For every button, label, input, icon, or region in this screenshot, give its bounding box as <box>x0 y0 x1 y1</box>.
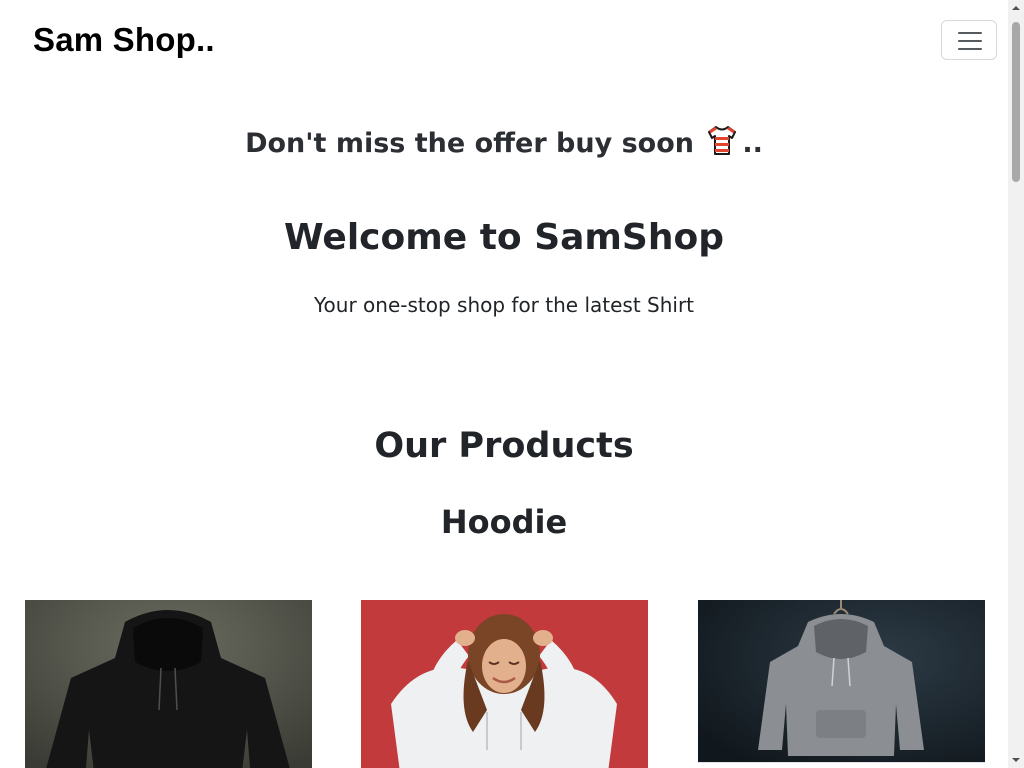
product-card-grey-hoodie[interactable] <box>698 600 985 768</box>
hamburger-menu-icon <box>958 40 982 42</box>
tagline: Your one-stop shop for the latest Shirt <box>313 293 695 317</box>
t-shirt-emoji-icon <box>705 123 739 171</box>
hamburger-menu-icon <box>958 32 982 34</box>
welcome-heading: Welcome to SamShop <box>284 217 724 258</box>
product-card-black-hoodie[interactable] <box>25 600 312 768</box>
scroll-up-arrow-icon[interactable] <box>1008 0 1024 16</box>
offer-suffix: .. <box>742 128 763 159</box>
products-heading: Our Products <box>374 426 634 466</box>
woman-in-white-hoodie-image <box>361 600 648 768</box>
navbar-toggle-button[interactable] <box>941 20 997 60</box>
scrollbar-thumb[interactable] <box>1012 22 1020 182</box>
navbar: Sam Shop.. <box>0 0 1008 82</box>
vertical-scrollbar[interactable] <box>1008 0 1024 768</box>
page: Sam Shop.. Don't miss the offer buy soon… <box>0 0 1008 768</box>
scroll-down-arrow-icon[interactable] <box>1008 752 1024 768</box>
offer-text: Don't miss the offer buy soon <box>245 128 694 159</box>
hamburger-menu-icon <box>958 48 982 50</box>
offer-banner: Don't miss the offer buy soon .. <box>0 122 1008 171</box>
black-hoodie-image <box>25 600 312 768</box>
card-divider <box>698 762 985 763</box>
grey-hoodie-on-hanger-image <box>698 600 985 768</box>
brand-logo[interactable]: Sam Shop.. <box>33 20 215 60</box>
product-card-white-hoodie[interactable] <box>361 600 648 768</box>
category-heading: Hoodie <box>440 503 568 541</box>
